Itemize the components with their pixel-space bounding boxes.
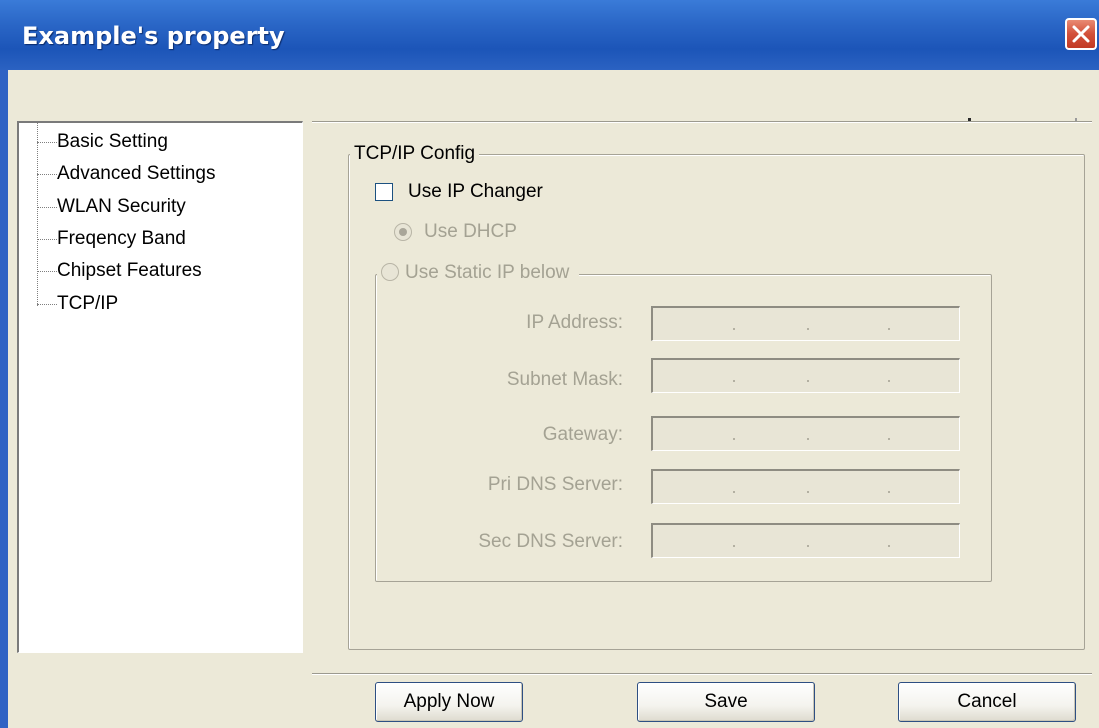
subnet-mask-label: Subnet Mask: [506, 369, 623, 390]
octet-separator [733, 545, 735, 547]
tree-item-label: Chipset Features [57, 260, 202, 281]
octet-separator [807, 491, 809, 493]
secondary-dns-field[interactable] [651, 523, 960, 558]
octet-separator [807, 380, 809, 382]
octet-separator [807, 328, 809, 330]
primary-dns-label: Pri DNS Server: [487, 474, 623, 495]
window-left-border [0, 70, 8, 728]
octet-separator [733, 491, 735, 493]
ip-address-field[interactable] [651, 306, 960, 341]
window-title: Example's property [22, 22, 285, 50]
tree-item-label: TCP/IP [57, 293, 119, 314]
ip-address-label: IP Address: [526, 312, 623, 333]
radio-selected-dot [399, 228, 407, 236]
cancel-button[interactable]: Cancel [898, 682, 1076, 722]
primary-dns-field[interactable] [651, 469, 960, 504]
property-dialog: Example's property Basic Setting Advance… [0, 0, 1099, 728]
close-icon [1072, 25, 1090, 43]
gateway-label: Gateway: [542, 424, 623, 445]
use-ip-changer-checkbox[interactable] [375, 183, 393, 201]
octet-separator [807, 438, 809, 440]
tree-item-chipset-features[interactable]: Chipset Features [37, 259, 202, 283]
title-bar[interactable]: Example's property [0, 0, 1099, 70]
use-static-ip-label: Use Static IP below [405, 262, 570, 283]
secondary-dns-label: Sec DNS Server: [478, 531, 623, 552]
tree-item-basic-setting[interactable]: Basic Setting [37, 130, 168, 154]
octet-separator [888, 438, 890, 440]
octet-separator [888, 545, 890, 547]
gateway-field[interactable] [651, 416, 960, 451]
tree-item-frequency-band[interactable]: Freqency Band [37, 227, 186, 251]
tree-item-label: WLAN Security [57, 196, 186, 217]
tree-connector [37, 303, 57, 305]
tree-connector [37, 206, 57, 208]
static-ip-option[interactable]: Use Static IP below [377, 262, 580, 284]
close-button[interactable] [1065, 18, 1097, 50]
tree-item-wlan-security[interactable]: WLAN Security [37, 195, 186, 219]
tree-item-label: Basic Setting [57, 131, 168, 152]
tree-connector [37, 270, 57, 272]
tree-item-tcp-ip[interactable]: TCP/IP [37, 292, 118, 316]
divider-mark [968, 118, 971, 121]
tree-connector [37, 238, 57, 240]
octet-separator [888, 491, 890, 493]
use-dhcp-radio[interactable] [394, 223, 412, 241]
tree-connector [37, 173, 57, 175]
octet-separator [888, 380, 890, 382]
content-top-divider-highlight [312, 122, 1092, 123]
settings-tree[interactable]: Basic Setting Advanced Settings WLAN Sec… [17, 121, 303, 653]
use-static-ip-radio[interactable] [381, 263, 399, 281]
use-dhcp-label[interactable]: Use DHCP [424, 221, 517, 243]
tree-connector [37, 141, 57, 143]
octet-separator [888, 328, 890, 330]
tree-item-label: Freqency Band [57, 228, 186, 249]
octet-separator [733, 380, 735, 382]
octet-separator [733, 328, 735, 330]
apply-now-button[interactable]: Apply Now [375, 682, 523, 722]
divider-mark [1075, 118, 1077, 121]
subnet-mask-field[interactable] [651, 358, 960, 393]
use-ip-changer-label[interactable]: Use IP Changer [408, 181, 543, 203]
tcpip-config-title: TCP/IP Config [350, 143, 480, 165]
tree-item-advanced-settings[interactable]: Advanced Settings [37, 162, 215, 186]
octet-separator [733, 438, 735, 440]
content-bottom-divider-highlight [312, 674, 1092, 675]
octet-separator [807, 545, 809, 547]
tree-item-label: Advanced Settings [57, 163, 216, 184]
save-button[interactable]: Save [637, 682, 815, 722]
